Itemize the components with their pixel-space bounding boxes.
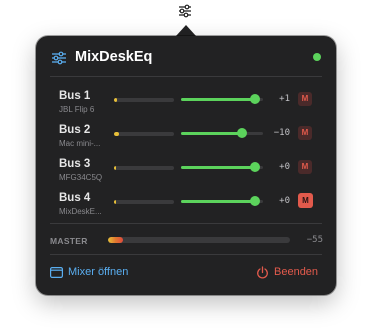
bus-level-fill	[114, 98, 117, 102]
bus-db-value: −10	[273, 128, 290, 138]
master-level-meter	[108, 237, 290, 243]
status-indicator	[313, 53, 321, 61]
slider-knob[interactable]	[250, 162, 260, 172]
master-db-value: −55	[306, 235, 323, 245]
master-level-fill	[108, 237, 123, 243]
bus-level-meter	[114, 166, 174, 170]
slider-fill	[181, 166, 255, 169]
slider-knob[interactable]	[237, 128, 247, 138]
slider-fill	[181, 98, 255, 101]
bus-device-name: MixDeskE...	[59, 207, 102, 216]
bus-level-meter	[114, 98, 174, 102]
bus-level-fill	[114, 132, 119, 136]
popover-arrow	[176, 25, 196, 36]
bus-device-name: Mac mini-...	[59, 139, 101, 148]
bus-row: Bus 3 MFG34C5Q +0 M	[36, 156, 336, 190]
sliders-menubar-icon[interactable]	[176, 3, 194, 19]
bus-level-fill	[114, 200, 116, 204]
mute-button[interactable]: M	[298, 160, 312, 174]
mute-button[interactable]: M	[298, 193, 313, 208]
bus-volume-slider[interactable]	[181, 162, 263, 174]
bus-db-value: +0	[279, 196, 290, 206]
popover-header: MixDeskEq	[36, 36, 336, 80]
mute-button[interactable]: M	[298, 92, 312, 106]
quit-label: Beenden	[274, 266, 319, 278]
bus-row: Bus 2 Mac mini-... −10 M	[36, 122, 336, 156]
app-title: MixDeskEq	[75, 49, 153, 65]
bus-name: Bus 4	[59, 192, 91, 204]
bus-name: Bus 1	[59, 90, 91, 102]
sliders-icon	[52, 51, 66, 65]
bus-name: Bus 3	[59, 158, 91, 170]
bus-level-meter	[114, 132, 174, 136]
open-mixer-label: Mixer öffnen	[68, 266, 129, 278]
window-icon	[50, 267, 63, 278]
divider	[50, 223, 322, 224]
bus-volume-slider[interactable]	[181, 128, 263, 140]
mixer-popover: MixDeskEq Bus 1 JBL Flip 6 +1 M Bus 2 Ma…	[36, 36, 336, 295]
bus-device-name: JBL Flip 6	[59, 105, 95, 114]
slider-knob[interactable]	[250, 94, 260, 104]
bus-level-fill	[114, 166, 116, 170]
divider	[50, 76, 322, 77]
bus-row: Bus 4 MixDeskE... +0 M	[36, 190, 336, 224]
bus-volume-slider[interactable]	[181, 196, 263, 208]
power-icon	[257, 266, 268, 279]
bus-db-value: +0	[279, 162, 290, 172]
bus-name: Bus 2	[59, 124, 91, 136]
bus-row: Bus 1 JBL Flip 6 +1 M	[36, 88, 336, 122]
slider-fill	[181, 200, 255, 203]
bus-db-value: +1	[279, 94, 290, 104]
bus-device-name: MFG34C5Q	[59, 173, 103, 182]
bus-volume-slider[interactable]	[181, 94, 263, 106]
slider-fill	[181, 132, 242, 135]
mute-button[interactable]: M	[298, 126, 312, 140]
master-label: MASTER	[50, 236, 88, 246]
slider-knob[interactable]	[250, 196, 260, 206]
divider	[50, 254, 322, 255]
bus-level-meter	[114, 200, 174, 204]
